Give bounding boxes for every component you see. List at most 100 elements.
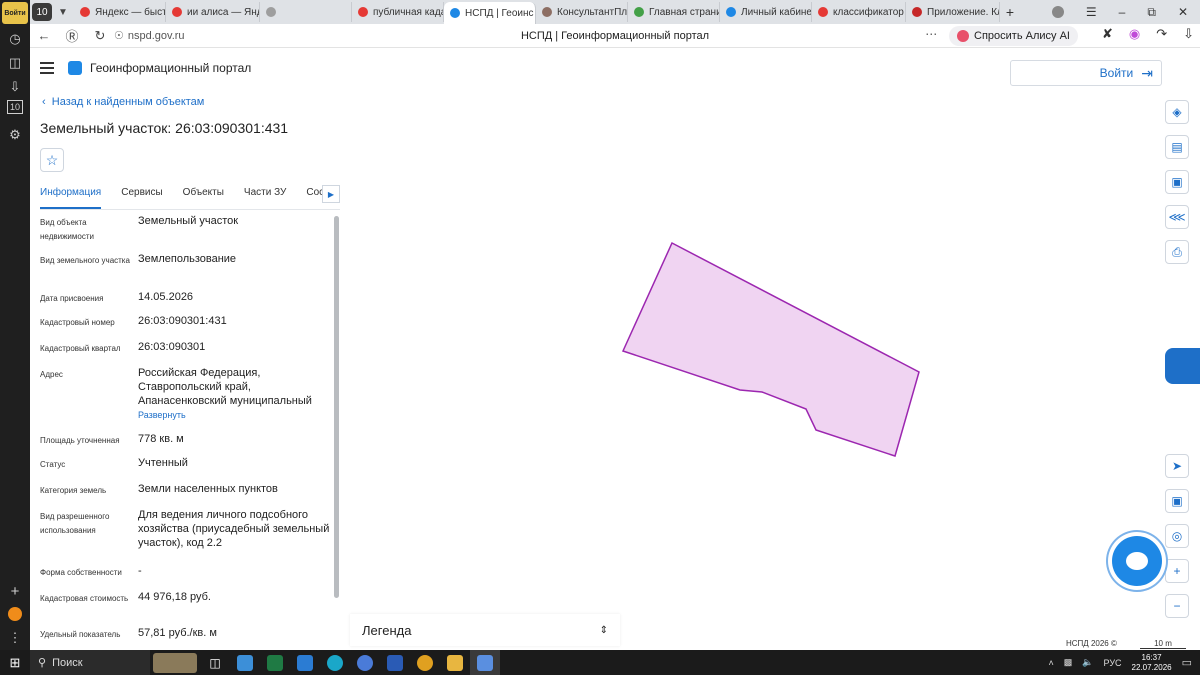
downloads-icon[interactable]: ⇩ bbox=[1183, 26, 1194, 42]
panel-scrollbar[interactable] bbox=[334, 216, 339, 598]
panel-tab[interactable]: Сервисы bbox=[121, 182, 162, 209]
profile-login-badge: Войти bbox=[4, 9, 26, 17]
maximize-icon[interactable]: ⧉ bbox=[1147, 5, 1156, 20]
print-icon[interactable]: ⎙ bbox=[1165, 240, 1189, 264]
login-button[interactable]: Войти ⇥ bbox=[1010, 60, 1162, 86]
store-icon[interactable] bbox=[230, 650, 260, 675]
more-icon[interactable]: ⋮ bbox=[4, 627, 26, 649]
minimap-icon[interactable]: ▣ bbox=[1165, 489, 1189, 513]
share-icon[interactable]: ↷ bbox=[1156, 26, 1167, 42]
menu-icon[interactable] bbox=[40, 59, 54, 77]
zoom-in-icon[interactable]: + bbox=[1165, 559, 1189, 583]
map-copyright: НСПД 2026 © bbox=[1066, 639, 1117, 648]
geolocation-icon[interactable]: ➤ bbox=[1165, 454, 1189, 478]
share-icon[interactable]: ⋘ bbox=[1165, 205, 1189, 229]
browser-tab[interactable]: Главная страниц bbox=[628, 2, 720, 22]
app-header: Геоинформационный портал bbox=[30, 48, 342, 88]
browser-tab[interactable]: классификатор в bbox=[812, 2, 906, 22]
ruler-icon[interactable]: ▤ bbox=[1165, 135, 1189, 159]
menu-icon[interactable]: ☰ bbox=[1086, 5, 1097, 19]
downloads-icon[interactable]: ⇩ bbox=[4, 76, 26, 98]
app-icon[interactable] bbox=[4, 603, 26, 625]
widget-image-icon[interactable] bbox=[150, 650, 200, 675]
recorder-icon[interactable]: ◉ bbox=[1129, 26, 1140, 42]
minimize-icon[interactable]: – bbox=[1119, 5, 1126, 19]
panel-tab[interactable]: Части ЗУ bbox=[244, 182, 286, 209]
tab-counter-badge[interactable]: 10 bbox=[7, 100, 23, 114]
extension-icon[interactable]: ✘ bbox=[1102, 26, 1113, 42]
reload-icon[interactable]: ↻ bbox=[86, 28, 114, 44]
chrome-icon[interactable] bbox=[410, 650, 440, 675]
property-label: Форма собственности bbox=[40, 568, 122, 577]
map-canvas[interactable] bbox=[342, 48, 1200, 650]
task-view-icon[interactable]: ◫ bbox=[200, 650, 230, 675]
address-bar: ← Ⓡ ↻ ☉ nspd.gov.ru НСПД | Геоинформацио… bbox=[30, 24, 1200, 48]
panel-tab[interactable]: Информация bbox=[40, 182, 102, 209]
new-tab-button[interactable]: + bbox=[1000, 3, 1020, 21]
tab-label: КонсультантПлю bbox=[557, 6, 628, 18]
explorer-icon[interactable] bbox=[440, 650, 470, 675]
browser-tab[interactable]: ии алиса — Янде bbox=[166, 2, 260, 22]
browser-tab[interactable]: Приложение. Кла bbox=[906, 2, 1000, 22]
url-field[interactable]: nspd.gov.ru bbox=[128, 30, 185, 42]
browser-tab[interactable]: Яндекс — быстр bbox=[74, 2, 166, 22]
browser-tab[interactable]: публичная кадас bbox=[352, 2, 444, 22]
add-panel-icon[interactable]: + bbox=[4, 580, 26, 602]
ask-alice-button[interactable]: Спросить Алису AI bbox=[949, 26, 1078, 46]
feedback-tab[interactable] bbox=[1165, 348, 1200, 384]
expand-address-link[interactable]: Развернуть bbox=[138, 408, 330, 422]
profile-avatar[interactable]: Войти bbox=[2, 2, 28, 24]
close-icon[interactable]: ✕ bbox=[1178, 5, 1188, 19]
collections-icon[interactable]: ◫ bbox=[4, 52, 26, 74]
legend-panel[interactable]: Легенда ⇕ bbox=[350, 614, 620, 646]
property-label: Кадастровая стоимость bbox=[40, 594, 129, 603]
tab-label: Приложение. Кла bbox=[927, 6, 999, 18]
ask-alice-label: Спросить Алису AI bbox=[974, 30, 1070, 42]
land-parcel-shape[interactable] bbox=[621, 241, 920, 457]
security-icon[interactable]: ☉ bbox=[114, 29, 124, 42]
map-svg bbox=[621, 241, 920, 457]
edge-icon[interactable] bbox=[320, 650, 350, 675]
browser-tab[interactable]: НСПД | Геоинс✕ bbox=[444, 2, 536, 24]
search-icon: ⚲ bbox=[38, 657, 47, 669]
property-value: Для ведения личного подсобного хозяйства… bbox=[138, 509, 330, 549]
account-icon[interactable] bbox=[1051, 6, 1064, 18]
property-value: 57,81 руб./кв. м bbox=[138, 627, 217, 639]
back-to-results-link[interactable]: ‹ Назад к найденным объектам bbox=[42, 96, 204, 108]
volume-icon[interactable]: 🔈 bbox=[1082, 657, 1093, 668]
chevron-down-icon[interactable]: ▼ bbox=[52, 2, 74, 22]
windows-start-icon[interactable]: ⊞ bbox=[0, 650, 30, 675]
browser-tab[interactable] bbox=[260, 2, 352, 22]
property-value: - bbox=[138, 565, 142, 577]
favorite-star-icon[interactable]: ☆ bbox=[40, 148, 64, 172]
tray-chevron-icon[interactable]: ˄ bbox=[1049, 658, 1054, 668]
tab-favicon-icon bbox=[358, 7, 368, 17]
network-icon[interactable]: ▩ bbox=[1064, 657, 1073, 668]
layers-icon[interactable]: ◈ bbox=[1165, 100, 1189, 124]
property-label: Адрес bbox=[40, 370, 63, 379]
legend-label: Легенда bbox=[362, 622, 412, 638]
panel-tab[interactable]: Объекты bbox=[183, 182, 224, 209]
notifications-icon[interactable]: ▭ bbox=[1182, 656, 1192, 669]
more-dots-icon[interactable]: ⋯ bbox=[925, 27, 937, 41]
select-area-icon[interactable]: ▣ bbox=[1165, 170, 1189, 194]
excel-icon[interactable] bbox=[260, 650, 290, 675]
zoom-out-icon[interactable]: − bbox=[1165, 594, 1189, 618]
back-icon[interactable]: ← bbox=[30, 28, 58, 43]
tabs-next-arrow-icon[interactable]: ▶ bbox=[322, 185, 340, 203]
history-icon[interactable]: ◷ bbox=[4, 28, 26, 50]
mail-icon[interactable] bbox=[290, 650, 320, 675]
location-pin-icon[interactable]: ◎ bbox=[1165, 524, 1189, 548]
browser-tab[interactable]: КонсультантПлю bbox=[536, 2, 628, 22]
taskbar-search[interactable]: ⚲ Поиск bbox=[30, 650, 150, 675]
settings-icon[interactable]: ⚙ bbox=[4, 124, 26, 146]
browser-tab[interactable]: Личный кабинет bbox=[720, 2, 812, 22]
yandex-browser-icon[interactable] bbox=[350, 650, 380, 675]
yandex-icon[interactable]: Ⓡ bbox=[58, 26, 86, 45]
language-indicator[interactable]: РУС bbox=[1104, 658, 1122, 668]
tab-count[interactable]: 10 bbox=[32, 3, 52, 21]
clock[interactable]: 16:37 22.07.2026 bbox=[1132, 653, 1172, 673]
browser-active-icon[interactable] bbox=[470, 650, 500, 675]
word-icon[interactable] bbox=[380, 650, 410, 675]
chat-assistant-button[interactable] bbox=[1112, 536, 1162, 586]
